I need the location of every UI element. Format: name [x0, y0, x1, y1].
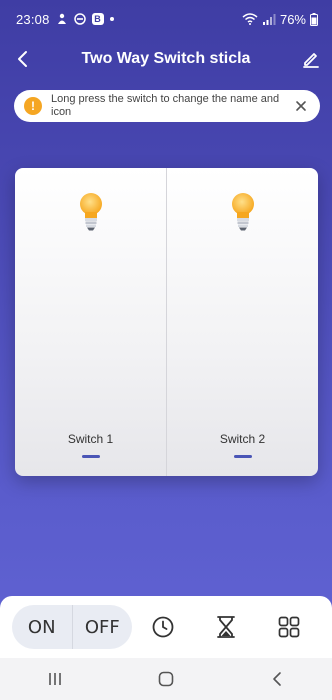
do-not-disturb-icon: [73, 13, 86, 25]
edit-button[interactable]: [298, 46, 324, 72]
switch-1-indicator: [81, 455, 100, 458]
header: Two Way Switch sticla: [0, 40, 332, 78]
lightbulb-icon: [231, 193, 254, 231]
back-button[interactable]: [10, 46, 36, 72]
clock-icon: [152, 616, 174, 638]
close-icon: [296, 101, 306, 111]
lightbulb-icon: [79, 193, 102, 231]
countdown-slot: [195, 614, 258, 640]
switch-2-indicator: [233, 455, 252, 458]
close-tip-button[interactable]: [292, 97, 310, 115]
battery-percent: 76%: [279, 11, 306, 27]
page-title: Two Way Switch sticla: [81, 50, 251, 67]
switch-2-label: Switch 2: [219, 432, 266, 446]
system-nav-bar: [0, 658, 332, 700]
home-icon: [158, 671, 174, 687]
home-button[interactable]: [146, 664, 186, 694]
recent-apps-icon: [49, 673, 62, 685]
signal-icon: [262, 13, 276, 25]
wifi-icon: [242, 13, 258, 25]
switch-1-label: Switch 1: [67, 432, 114, 446]
tip-text: Long press the switch to change the name…: [51, 93, 280, 118]
warning-icon: !: [24, 97, 42, 115]
chevron-left-icon: [18, 51, 27, 67]
status-left: 23:08 B: [16, 12, 114, 27]
recent-apps-button[interactable]: [35, 664, 75, 694]
schedule-slot: [132, 614, 195, 640]
tip-banner: ! Long press the switch to change the na…: [14, 90, 320, 122]
notification-icon: [56, 13, 68, 25]
status-time: 23:08: [16, 11, 50, 27]
switch-2[interactable]: Switch 2: [166, 168, 318, 476]
more-slot: [257, 614, 320, 640]
schedule-button[interactable]: [150, 614, 176, 640]
all-off-button[interactable]: OFF: [73, 617, 133, 638]
control-bar: ON OFF: [0, 596, 332, 658]
countdown-button[interactable]: [213, 614, 239, 640]
switch-1[interactable]: Switch 1: [15, 168, 166, 476]
more-notifications-dot-icon: [109, 17, 114, 21]
switch-panel: Switch 1 Switch 2: [15, 168, 318, 476]
hourglass-icon: [217, 616, 235, 638]
back-arrow-icon: [272, 672, 281, 686]
status-right: 76%: [242, 12, 318, 27]
app-b-icon: B: [91, 13, 104, 25]
more-options-button[interactable]: [276, 614, 302, 640]
status-bar: 23:08 B 76%: [0, 0, 332, 38]
grid-icon: [278, 616, 300, 638]
battery-icon: [310, 12, 318, 26]
system-back-button[interactable]: [257, 664, 297, 694]
on-off-toggle: ON OFF: [12, 605, 132, 649]
all-on-button[interactable]: ON: [12, 617, 72, 638]
pencil-icon: [303, 53, 319, 68]
